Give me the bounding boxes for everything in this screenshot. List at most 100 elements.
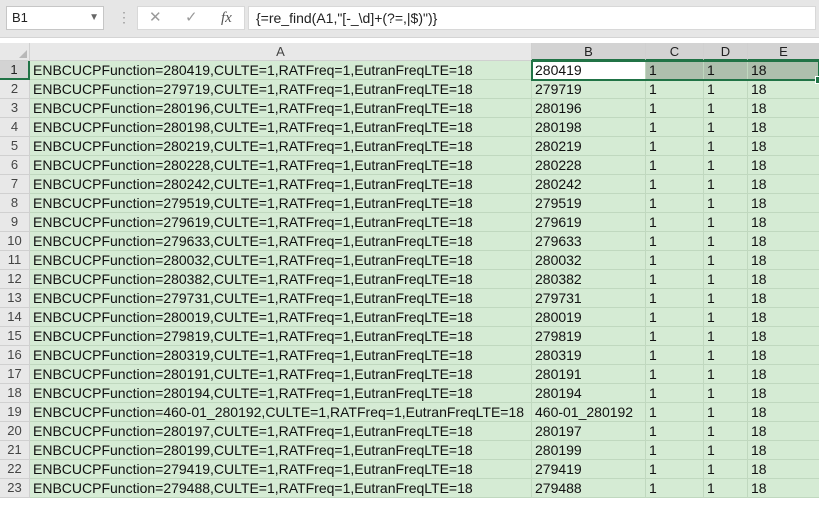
row-header-6[interactable]: 6 (0, 156, 30, 175)
row-header-17[interactable]: 17 (0, 365, 30, 384)
column-header-d[interactable]: D (704, 43, 748, 61)
cell-c11[interactable]: 1 (646, 251, 704, 270)
cell-b17[interactable]: 280191 (532, 365, 646, 384)
cell-b22[interactable]: 279419 (532, 460, 646, 479)
cell-d2[interactable]: 1 (704, 80, 748, 99)
cell-b3[interactable]: 280196 (532, 99, 646, 118)
cell-d21[interactable]: 1 (704, 441, 748, 460)
cell-a6[interactable]: ENBCUCPFunction=280228,CULTE=1,RATFreq=1… (30, 156, 532, 175)
cell-c2[interactable]: 1 (646, 80, 704, 99)
cell-b23[interactable]: 279488 (532, 479, 646, 498)
cell-e14[interactable]: 18 (748, 308, 819, 327)
cell-c13[interactable]: 1 (646, 289, 704, 308)
cell-a12[interactable]: ENBCUCPFunction=280382,CULTE=1,RATFreq=1… (30, 270, 532, 289)
row-header-9[interactable]: 9 (0, 213, 30, 232)
cell-a4[interactable]: ENBCUCPFunction=280198,CULTE=1,RATFreq=1… (30, 118, 532, 137)
cell-b12[interactable]: 280382 (532, 270, 646, 289)
column-header-b[interactable]: B (532, 43, 646, 61)
cell-a2[interactable]: ENBCUCPFunction=279719,CULTE=1,RATFreq=1… (30, 80, 532, 99)
cell-c21[interactable]: 1 (646, 441, 704, 460)
cell-e1[interactable]: 18 (748, 61, 819, 80)
cell-d18[interactable]: 1 (704, 384, 748, 403)
cell-a18[interactable]: ENBCUCPFunction=280194,CULTE=1,RATFreq=1… (30, 384, 532, 403)
cancel-icon[interactable]: ✕ (149, 9, 162, 27)
cell-e17[interactable]: 18 (748, 365, 819, 384)
cell-e7[interactable]: 18 (748, 175, 819, 194)
row-header-3[interactable]: 3 (0, 99, 30, 118)
cell-a22[interactable]: ENBCUCPFunction=279419,CULTE=1,RATFreq=1… (30, 460, 532, 479)
cell-e11[interactable]: 18 (748, 251, 819, 270)
row-header-5[interactable]: 5 (0, 137, 30, 156)
cell-d20[interactable]: 1 (704, 422, 748, 441)
cell-a9[interactable]: ENBCUCPFunction=279619,CULTE=1,RATFreq=1… (30, 213, 532, 232)
name-box[interactable]: B1 ▼ (6, 6, 104, 30)
enter-icon[interactable]: ✓ (185, 9, 198, 27)
cell-e18[interactable]: 18 (748, 384, 819, 403)
cell-d8[interactable]: 1 (704, 194, 748, 213)
cell-a8[interactable]: ENBCUCPFunction=279519,CULTE=1,RATFreq=1… (30, 194, 532, 213)
cell-d19[interactable]: 1 (704, 403, 748, 422)
cell-d7[interactable]: 1 (704, 175, 748, 194)
cell-e20[interactable]: 18 (748, 422, 819, 441)
cell-a20[interactable]: ENBCUCPFunction=280197,CULTE=1,RATFreq=1… (30, 422, 532, 441)
cell-d6[interactable]: 1 (704, 156, 748, 175)
row-header-14[interactable]: 14 (0, 308, 30, 327)
row-header-10[interactable]: 10 (0, 232, 30, 251)
cell-c4[interactable]: 1 (646, 118, 704, 137)
cell-e3[interactable]: 18 (748, 99, 819, 118)
fill-handle[interactable] (815, 76, 819, 84)
cell-d5[interactable]: 1 (704, 137, 748, 156)
cell-b16[interactable]: 280319 (532, 346, 646, 365)
cell-d11[interactable]: 1 (704, 251, 748, 270)
cell-e16[interactable]: 18 (748, 346, 819, 365)
row-header-23[interactable]: 23 (0, 479, 30, 498)
cell-d10[interactable]: 1 (704, 232, 748, 251)
cell-e6[interactable]: 18 (748, 156, 819, 175)
cell-b21[interactable]: 280199 (532, 441, 646, 460)
cell-d22[interactable]: 1 (704, 460, 748, 479)
row-header-18[interactable]: 18 (0, 384, 30, 403)
cell-b18[interactable]: 280194 (532, 384, 646, 403)
cell-a21[interactable]: ENBCUCPFunction=280199,CULTE=1,RATFreq=1… (30, 441, 532, 460)
cell-d14[interactable]: 1 (704, 308, 748, 327)
cell-b20[interactable]: 280197 (532, 422, 646, 441)
cell-b19[interactable]: 460-01_280192 (532, 403, 646, 422)
row-header-13[interactable]: 13 (0, 289, 30, 308)
cell-b4[interactable]: 280198 (532, 118, 646, 137)
cell-a11[interactable]: ENBCUCPFunction=280032,CULTE=1,RATFreq=1… (30, 251, 532, 270)
column-header-a[interactable]: A (30, 43, 532, 61)
cell-b8[interactable]: 279519 (532, 194, 646, 213)
cell-c9[interactable]: 1 (646, 213, 704, 232)
row-header-8[interactable]: 8 (0, 194, 30, 213)
column-header-e[interactable]: E (748, 43, 819, 61)
cell-a17[interactable]: ENBCUCPFunction=280191,CULTE=1,RATFreq=1… (30, 365, 532, 384)
cell-b14[interactable]: 280019 (532, 308, 646, 327)
cell-b7[interactable]: 280242 (532, 175, 646, 194)
cell-b11[interactable]: 280032 (532, 251, 646, 270)
cell-b5[interactable]: 280219 (532, 137, 646, 156)
cell-e23[interactable]: 18 (748, 479, 819, 498)
row-header-19[interactable]: 19 (0, 403, 30, 422)
cell-b15[interactable]: 279819 (532, 327, 646, 346)
cell-d1[interactable]: 1 (704, 61, 748, 80)
column-header-c[interactable]: C (646, 43, 704, 61)
row-header-21[interactable]: 21 (0, 441, 30, 460)
cell-c10[interactable]: 1 (646, 232, 704, 251)
cell-d15[interactable]: 1 (704, 327, 748, 346)
cell-d3[interactable]: 1 (704, 99, 748, 118)
cell-e12[interactable]: 18 (748, 270, 819, 289)
cell-e15[interactable]: 18 (748, 327, 819, 346)
cell-a5[interactable]: ENBCUCPFunction=280219,CULTE=1,RATFreq=1… (30, 137, 532, 156)
cell-d13[interactable]: 1 (704, 289, 748, 308)
cell-e9[interactable]: 18 (748, 213, 819, 232)
cell-c6[interactable]: 1 (646, 156, 704, 175)
cell-a13[interactable]: ENBCUCPFunction=279731,CULTE=1,RATFreq=1… (30, 289, 532, 308)
cell-c18[interactable]: 1 (646, 384, 704, 403)
row-header-12[interactable]: 12 (0, 270, 30, 289)
cell-b1[interactable]: 280419 (532, 61, 646, 80)
cell-d4[interactable]: 1 (704, 118, 748, 137)
cell-d16[interactable]: 1 (704, 346, 748, 365)
cell-d9[interactable]: 1 (704, 213, 748, 232)
cell-a15[interactable]: ENBCUCPFunction=279819,CULTE=1,RATFreq=1… (30, 327, 532, 346)
cell-c14[interactable]: 1 (646, 308, 704, 327)
